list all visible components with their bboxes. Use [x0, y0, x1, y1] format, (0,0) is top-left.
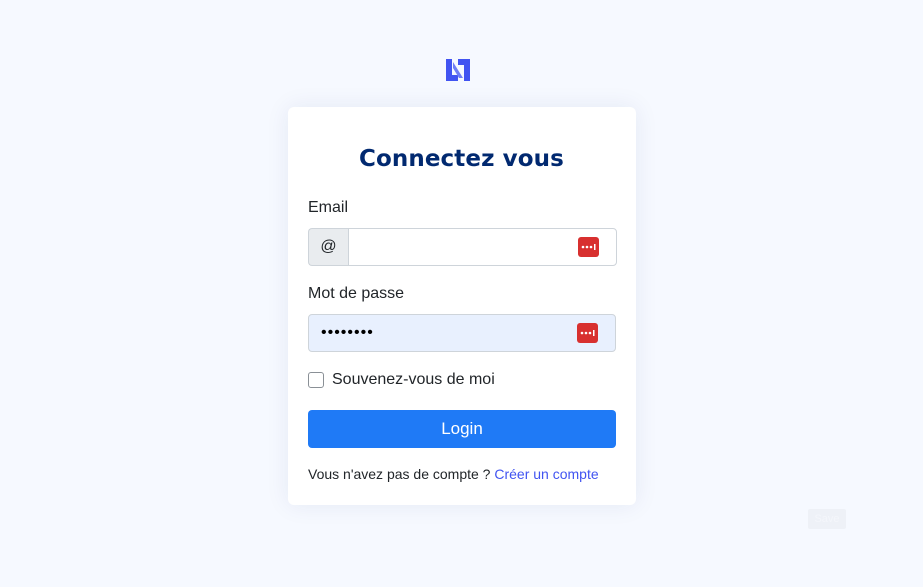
- logo-icon[interactable]: [444, 57, 472, 83]
- password-manager-icon[interactable]: [578, 237, 599, 257]
- email-prefix: @: [308, 228, 348, 266]
- email-label: Email: [308, 199, 349, 216]
- create-account-link[interactable]: Créer un compte: [494, 466, 598, 482]
- password-input[interactable]: [308, 314, 616, 352]
- signup-prompt: Vous n'avez pas de compte ? Créer un com…: [308, 466, 599, 482]
- password-label: Mot de passe: [308, 285, 405, 302]
- no-account-text: Vous n'avez pas de compte ?: [308, 466, 495, 482]
- login-button[interactable]: Login: [308, 410, 616, 448]
- page-title: Connectez vous: [359, 146, 564, 172]
- save-button[interactable]: Save: [808, 509, 846, 529]
- remember-me[interactable]: Souvenez-vous de moi: [308, 371, 495, 389]
- remember-label[interactable]: Souvenez-vous de moi: [332, 371, 495, 389]
- password-manager-icon[interactable]: [577, 323, 598, 343]
- remember-checkbox[interactable]: [308, 372, 324, 388]
- email-input[interactable]: [348, 228, 617, 266]
- email-input-group: @: [308, 228, 617, 266]
